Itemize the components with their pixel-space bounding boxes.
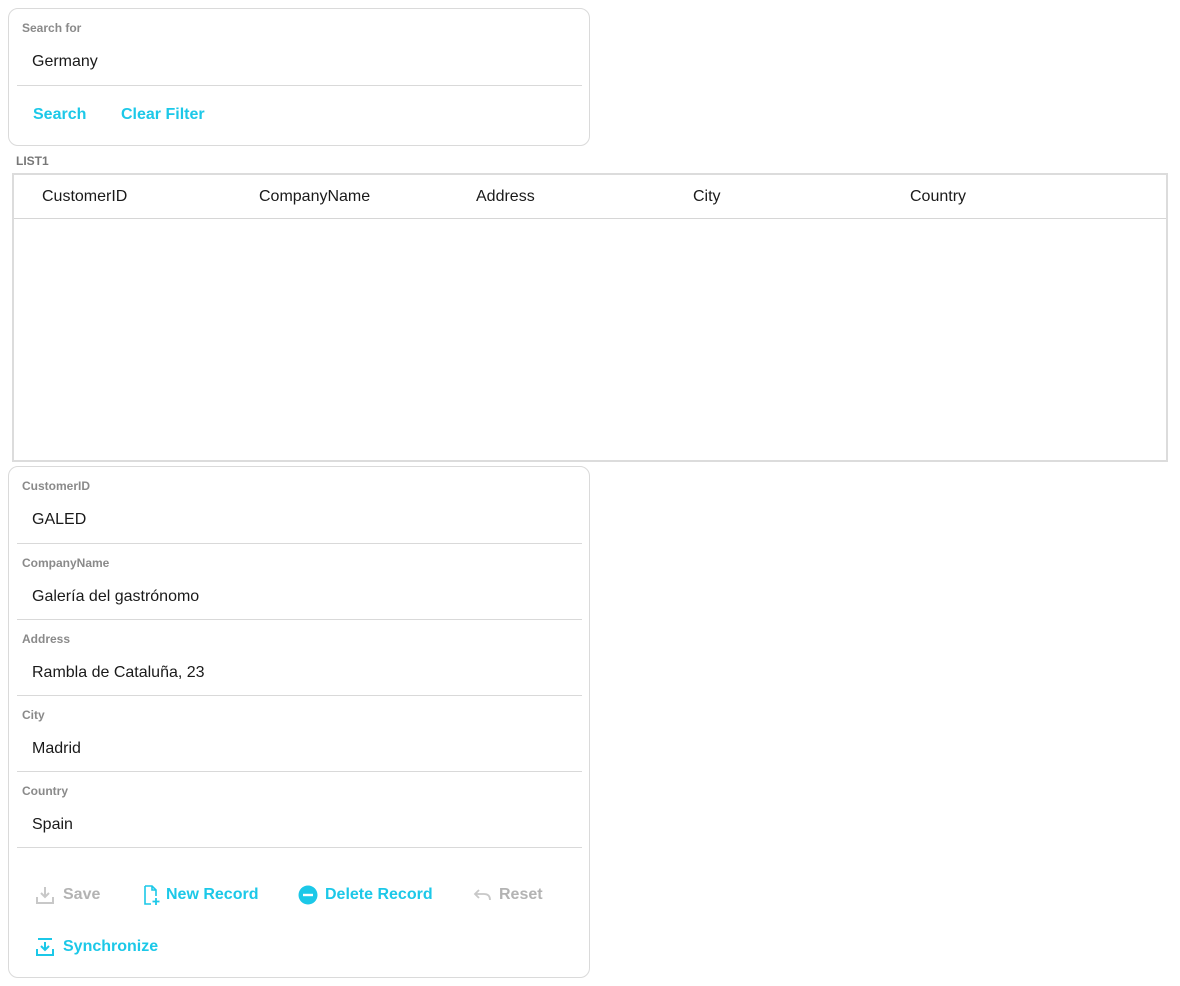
customerid-label: CustomerID bbox=[22, 479, 91, 493]
address-input[interactable]: Rambla de Cataluña, 23 bbox=[32, 664, 205, 682]
address-field[interactable]: Address Rambla de Cataluña, 23 bbox=[17, 620, 582, 696]
new-record-button[interactable]: New Record bbox=[141, 885, 271, 905]
column-header-city[interactable]: City bbox=[693, 188, 721, 206]
column-header-companyname[interactable]: CompanyName bbox=[259, 188, 370, 206]
new-record-button-label: New Record bbox=[166, 886, 259, 903]
list-title: LIST1 bbox=[16, 154, 49, 168]
customer-list[interactable]: CustomerID CompanyName Address City Coun… bbox=[12, 173, 1168, 462]
search-button[interactable]: Search bbox=[33, 106, 86, 124]
new-file-icon bbox=[144, 885, 160, 905]
save-icon bbox=[36, 887, 54, 904]
customerid-input[interactable]: GALED bbox=[32, 511, 86, 529]
city-input[interactable]: Madrid bbox=[32, 740, 81, 758]
clear-filter-button-label: Clear Filter bbox=[121, 106, 205, 123]
companyname-label: CompanyName bbox=[22, 556, 110, 570]
delete-record-button[interactable]: Delete Record bbox=[298, 885, 438, 905]
address-label: Address bbox=[22, 632, 71, 646]
clear-filter-button[interactable]: Clear Filter bbox=[121, 106, 205, 124]
city-field[interactable]: City Madrid bbox=[17, 696, 582, 772]
record-form: CustomerID GALED CompanyName Galería del… bbox=[8, 466, 590, 978]
list-header: CustomerID CompanyName Address City Coun… bbox=[14, 175, 1166, 219]
reset-button[interactable]: Reset bbox=[473, 885, 553, 905]
column-header-address[interactable]: Address bbox=[476, 188, 535, 206]
minus-circle-icon bbox=[298, 885, 318, 905]
country-input[interactable]: Spain bbox=[32, 816, 73, 834]
companyname-field[interactable]: CompanyName Galería del gastrónomo bbox=[17, 544, 582, 620]
save-button[interactable]: Save bbox=[35, 885, 105, 905]
companyname-input[interactable]: Galería del gastrónomo bbox=[32, 588, 199, 606]
save-button-label: Save bbox=[63, 886, 101, 903]
search-field[interactable]: Search for Germany bbox=[17, 9, 582, 86]
delete-record-button-label: Delete Record bbox=[325, 886, 433, 903]
customerid-field[interactable]: CustomerID GALED bbox=[17, 467, 582, 544]
column-header-country[interactable]: Country bbox=[910, 188, 966, 206]
city-label: City bbox=[22, 708, 45, 722]
synchronize-button[interactable]: Synchronize bbox=[35, 937, 165, 957]
download-sync-icon bbox=[36, 938, 54, 956]
country-field[interactable]: Country Spain bbox=[17, 772, 582, 848]
reset-button-label: Reset bbox=[499, 886, 543, 903]
country-label: Country bbox=[22, 784, 68, 798]
synchronize-button-label: Synchronize bbox=[63, 938, 159, 955]
list-body bbox=[14, 220, 1166, 460]
undo-icon bbox=[473, 889, 491, 901]
search-panel: Search for Germany Search Clear Filter bbox=[8, 8, 590, 146]
search-button-label: Search bbox=[33, 106, 87, 123]
search-field-label: Search for bbox=[22, 21, 82, 35]
column-header-customerid[interactable]: CustomerID bbox=[42, 188, 127, 206]
search-input[interactable]: Germany bbox=[32, 53, 98, 71]
